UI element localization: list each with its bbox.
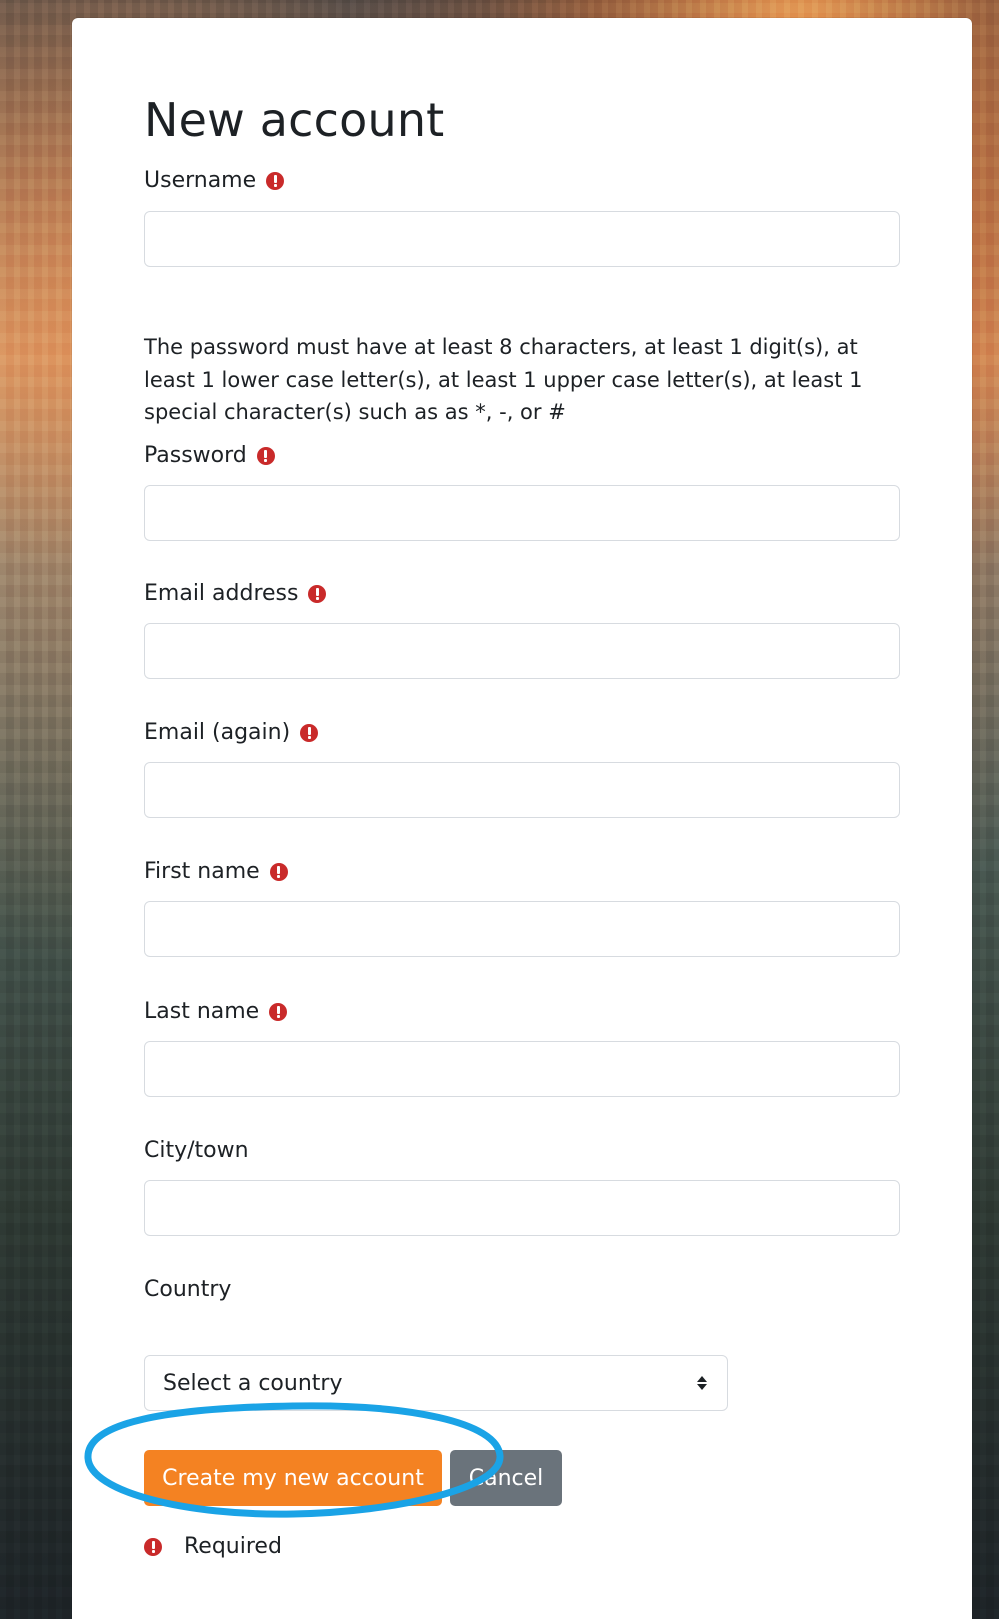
city-input[interactable] (144, 1180, 900, 1236)
city-label-row: City/town (144, 1138, 249, 1163)
password-label-row: Password (144, 443, 275, 468)
required-icon (256, 446, 275, 465)
last-name-input[interactable] (144, 1041, 900, 1097)
username-input[interactable] (144, 211, 900, 267)
first-name-label-row: First name (144, 859, 288, 884)
signup-card: New account Username The password must h… (72, 18, 972, 1619)
page-title: New account (144, 93, 445, 147)
create-account-button[interactable]: Create my new account (144, 1450, 442, 1506)
cancel-button[interactable]: Cancel (450, 1450, 562, 1506)
city-label: City/town (144, 1138, 249, 1163)
country-select-value: Select a country (163, 1370, 343, 1396)
required-legend-text: Required (184, 1534, 282, 1559)
password-input[interactable] (144, 485, 900, 541)
required-legend: Required (144, 1534, 282, 1559)
email-label: Email address (144, 581, 299, 606)
email-again-label-row: Email (again) (144, 720, 319, 745)
sort-caret-icon (695, 1376, 709, 1390)
password-label: Password (144, 443, 247, 468)
required-icon (269, 862, 288, 881)
first-name-input[interactable] (144, 901, 900, 957)
username-label-row: Username (144, 168, 285, 193)
required-icon (144, 1537, 162, 1556)
first-name-label: First name (144, 859, 260, 884)
country-select[interactable]: Select a country (144, 1355, 728, 1411)
email-label-row: Email address (144, 581, 327, 606)
password-requirements-text: The password must have at least 8 charac… (144, 335, 863, 425)
required-icon (266, 171, 285, 190)
required-icon (269, 1002, 288, 1021)
last-name-label-row: Last name (144, 999, 288, 1024)
required-icon (300, 723, 319, 742)
email-input[interactable] (144, 623, 900, 679)
last-name-label: Last name (144, 999, 260, 1024)
country-label: Country (144, 1277, 232, 1302)
email-again-input[interactable] (144, 762, 900, 818)
required-icon (308, 584, 327, 603)
username-label: Username (144, 168, 257, 193)
country-label-row: Country (144, 1277, 231, 1302)
email-again-label: Email (again) (144, 720, 291, 745)
